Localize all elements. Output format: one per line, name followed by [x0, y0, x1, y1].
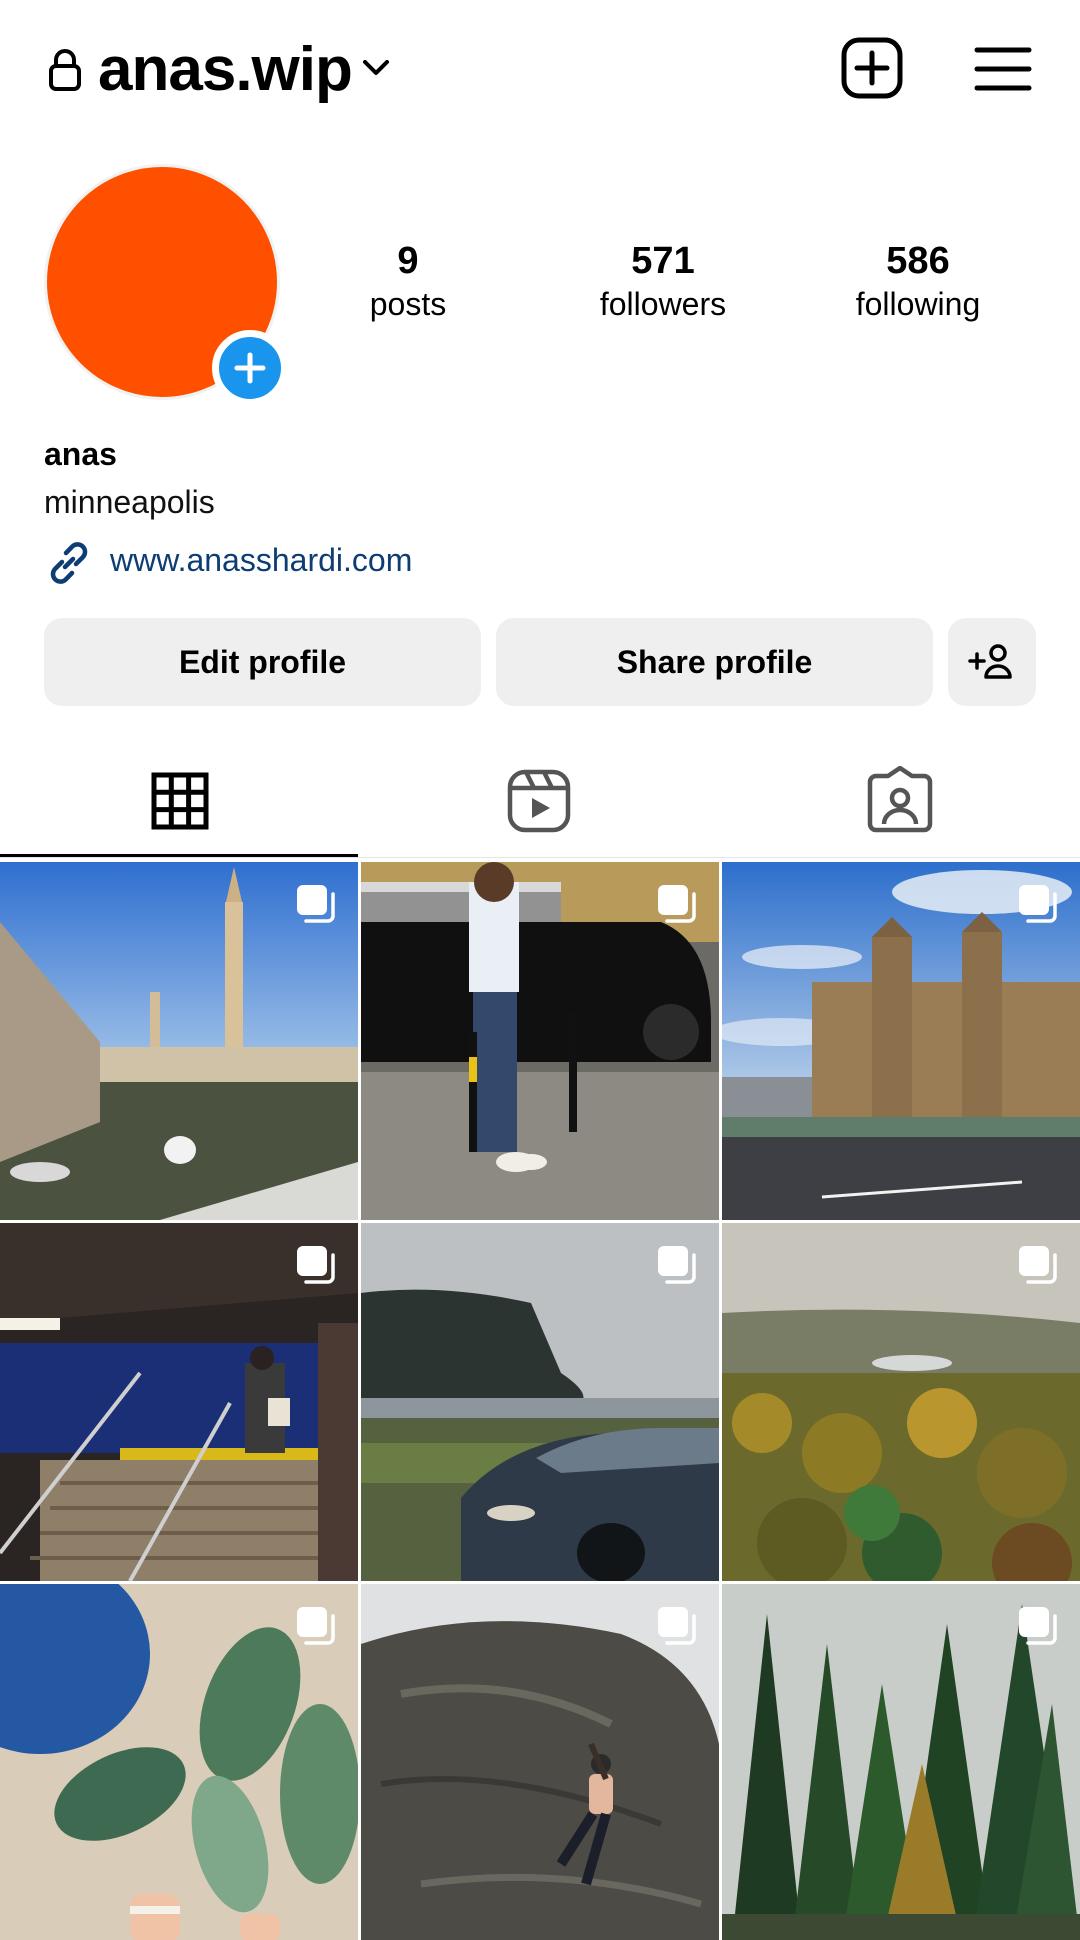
tagged-icon[interactable] [864, 766, 936, 836]
multiple-photos-icon [297, 885, 335, 923]
post-tile[interactable] [361, 862, 719, 1220]
post-tile[interactable] [361, 1223, 719, 1581]
reels-icon[interactable] [504, 766, 576, 836]
post-tile[interactable] [722, 862, 1080, 1220]
add-story-button[interactable] [212, 330, 288, 406]
following-count[interactable]: 586 following [818, 238, 1018, 324]
post-tile[interactable] [0, 1223, 358, 1581]
plus-icon [234, 352, 266, 384]
share-profile-button[interactable]: Share profile [496, 618, 933, 706]
add-person-icon [968, 644, 1012, 679]
followers-count[interactable]: 571 followers [563, 238, 763, 324]
multiple-photos-icon [297, 1607, 335, 1645]
post-tile[interactable] [361, 1584, 719, 1940]
menu-icon[interactable] [974, 44, 1032, 94]
display-name: anas [44, 436, 117, 472]
profile-header: anas.wip [0, 0, 1080, 140]
posts-count-value: 9 [397, 240, 419, 282]
multiple-photos-icon [658, 1607, 696, 1645]
post-tile[interactable] [0, 862, 358, 1220]
followers-count-value: 571 [631, 240, 695, 282]
multiple-photos-icon [297, 1246, 335, 1284]
multiple-photos-icon [658, 1246, 696, 1284]
bio-location: minneapolis [44, 484, 215, 520]
edit-profile-button[interactable]: Edit profile [44, 618, 481, 706]
new-post-icon[interactable] [840, 36, 904, 100]
posts-count[interactable]: 9 posts [308, 238, 508, 324]
grid-icon[interactable] [144, 766, 216, 836]
lock-icon [49, 49, 81, 91]
posts-grid [0, 862, 1080, 1940]
post-tile[interactable] [0, 1584, 358, 1940]
multiple-photos-icon [658, 885, 696, 923]
multiple-photos-icon [1019, 885, 1057, 923]
following-count-value: 586 [886, 240, 950, 282]
post-tile[interactable] [722, 1584, 1080, 1940]
posts-count-label: posts [369, 286, 447, 322]
multiple-photos-icon [1019, 1246, 1057, 1284]
following-count-label: following [855, 286, 981, 322]
website-link[interactable]: www.anasshardi.com [110, 540, 412, 580]
multiple-photos-icon [1019, 1607, 1057, 1645]
discover-people-button[interactable] [948, 618, 1036, 706]
post-tile[interactable] [722, 1223, 1080, 1581]
chevron-down-icon[interactable] [360, 54, 392, 82]
followers-count-label: followers [599, 286, 727, 322]
tab-divider [0, 857, 1080, 858]
link-icon [50, 542, 88, 584]
account-username[interactable]: anas.wip [98, 32, 353, 108]
